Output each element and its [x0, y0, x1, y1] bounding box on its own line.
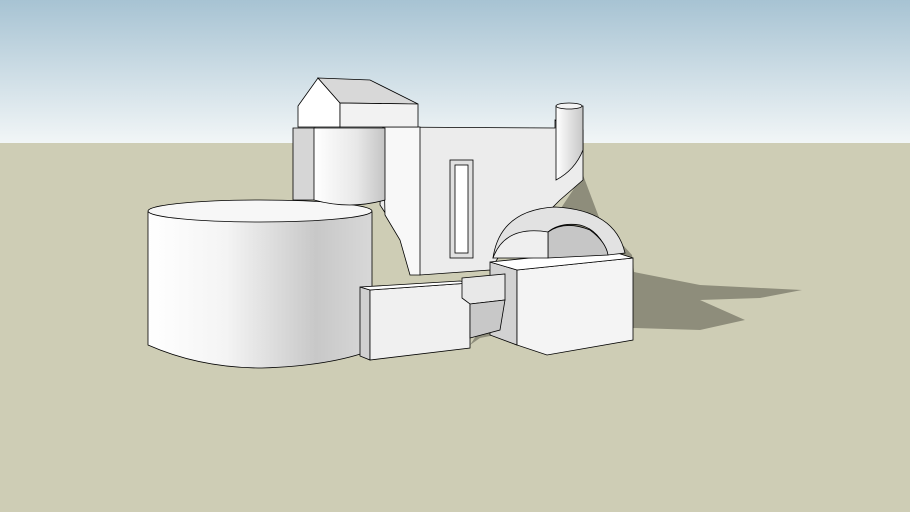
- arched-shed: [489, 206, 634, 356]
- tower: [313, 127, 386, 206]
- 3d-viewport[interactable]: [0, 0, 910, 512]
- sky: [0, 0, 910, 144]
- model-view: [0, 0, 910, 512]
- cylinder-building: [147, 199, 373, 369]
